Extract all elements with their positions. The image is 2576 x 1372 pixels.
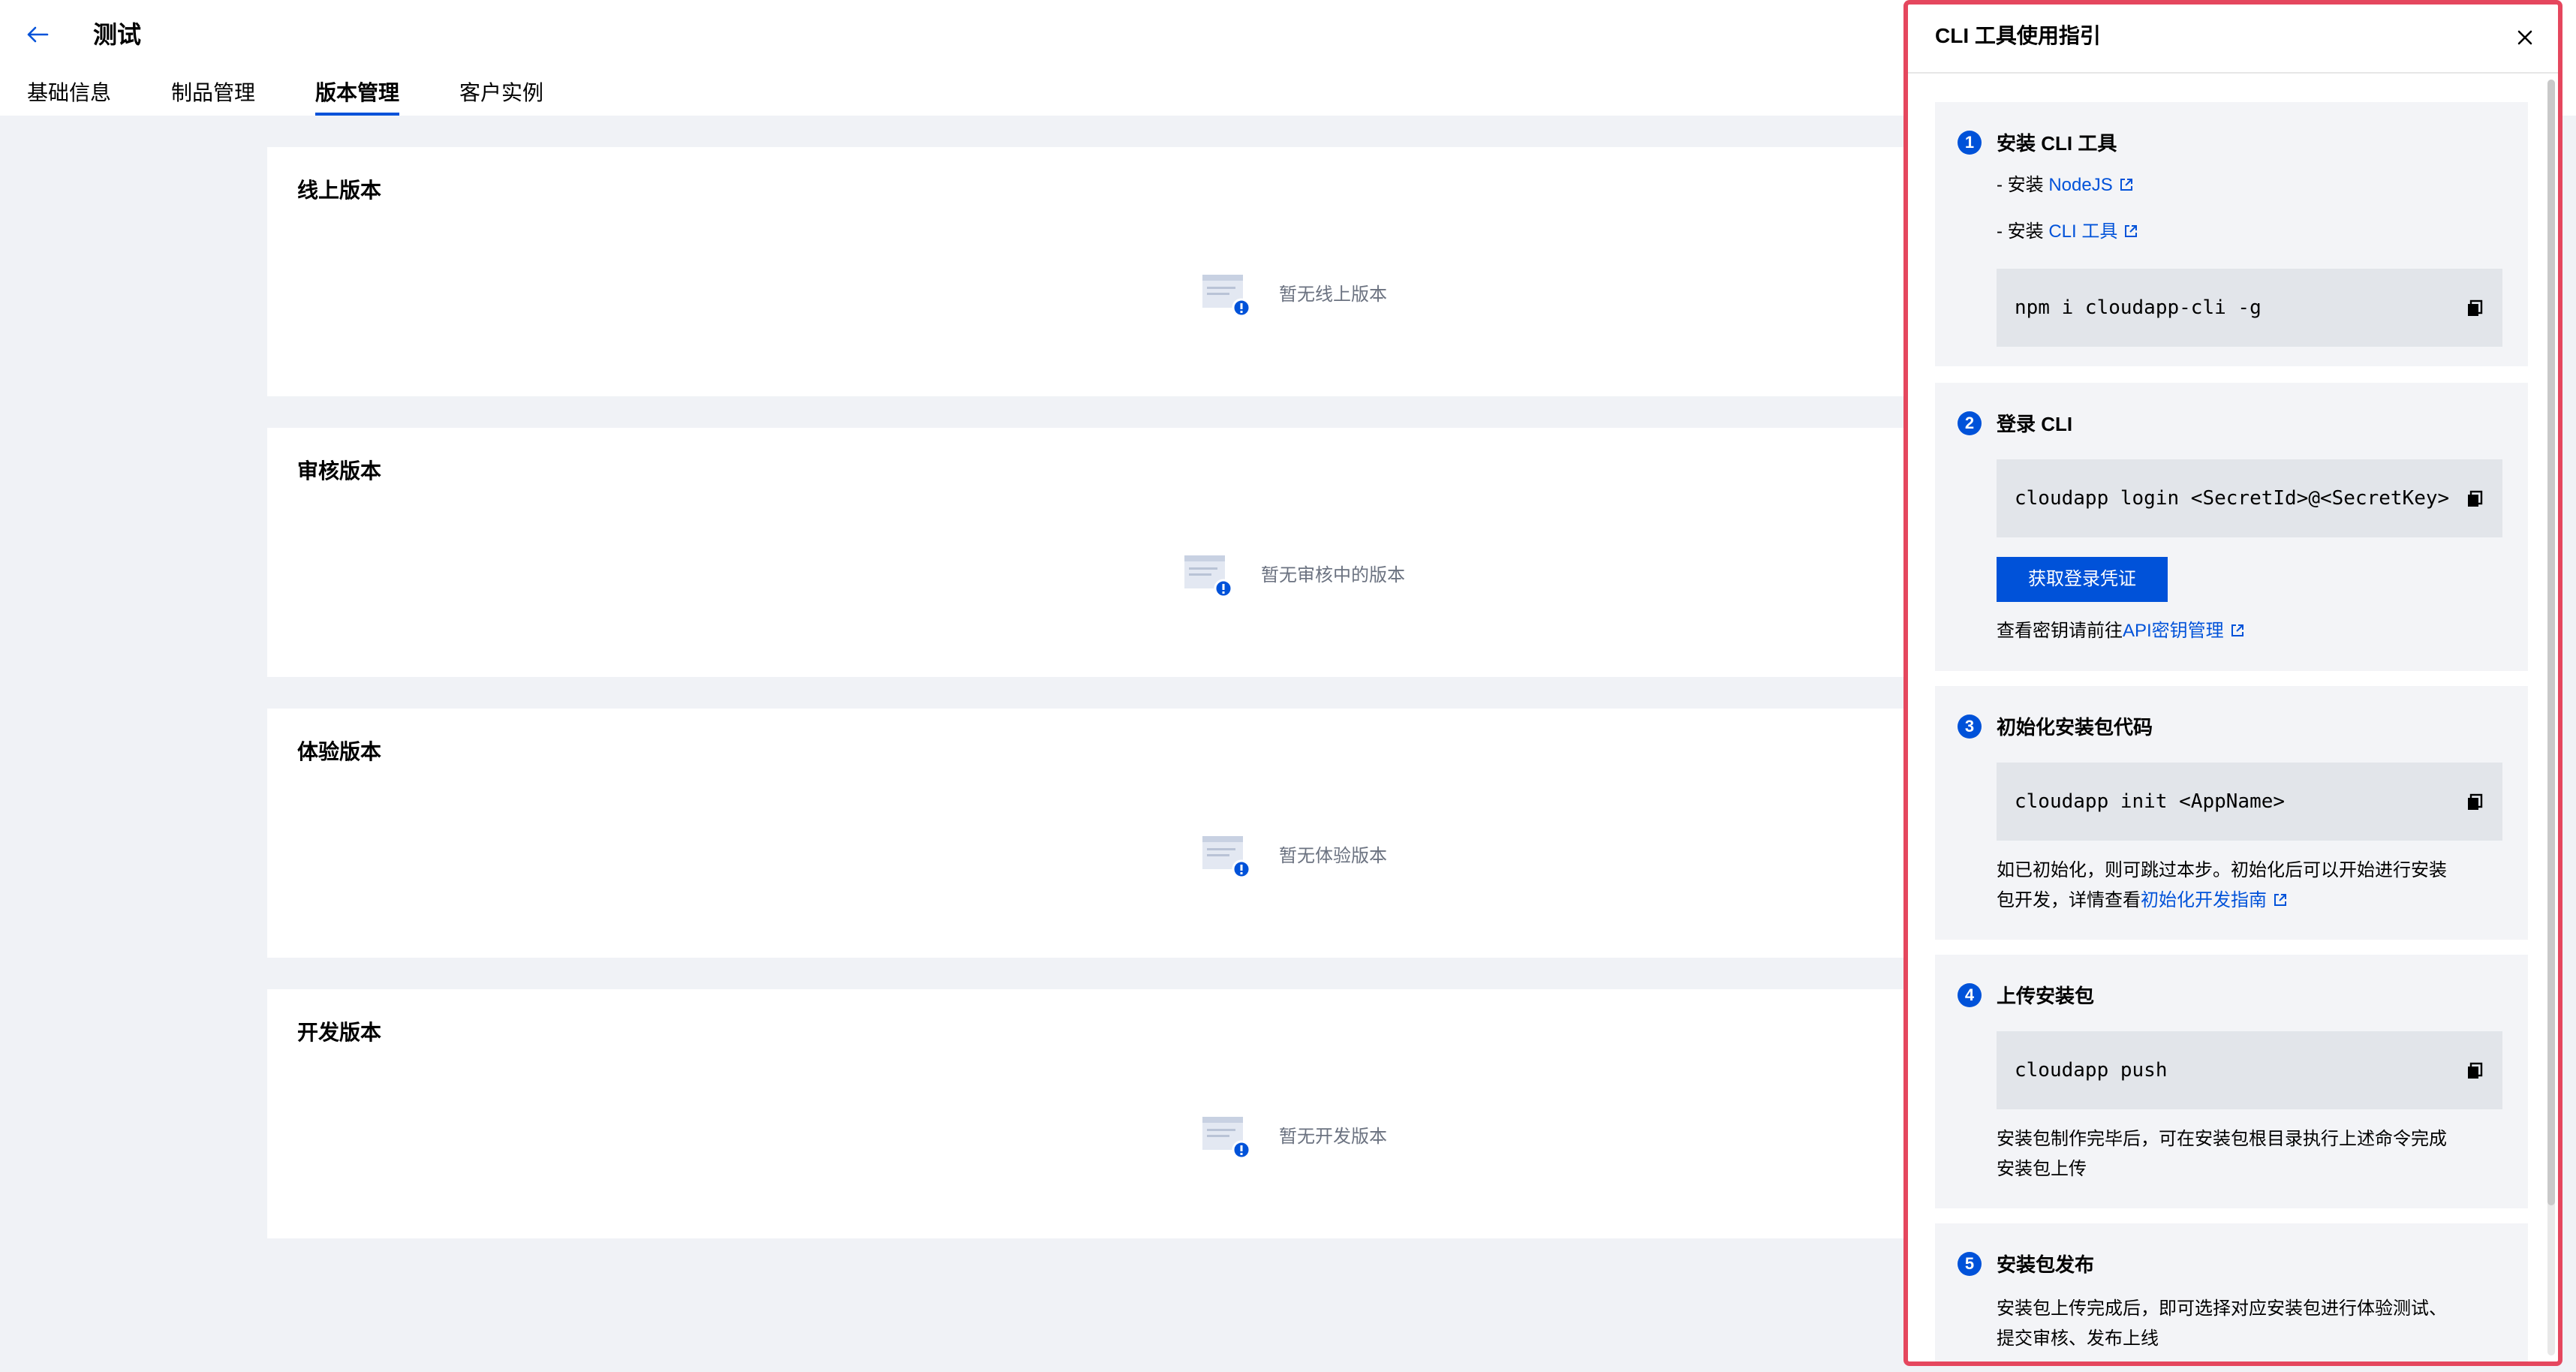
code-block: cloudapp push	[1997, 1031, 2502, 1109]
close-icon[interactable]	[2510, 23, 2540, 53]
code-text: cloudapp login <SecretId>@<SecretKey>	[2015, 487, 2450, 510]
code-block: npm i cloudapp-cli -g	[1997, 269, 2502, 347]
external-link-icon[interactable]	[2123, 224, 2138, 239]
empty-state: 暂无审核中的版本	[267, 428, 1926, 677]
step-title: 安装 CLI 工具	[1997, 132, 2117, 155]
step-number-badge: 4	[1958, 983, 1982, 1007]
code-text: cloudapp push	[2015, 1059, 2168, 1082]
online-version-card: 线上版本 暂无线上版本	[267, 147, 1926, 396]
empty-text: 暂无审核中的版本	[1261, 565, 1405, 585]
step-title: 上传安装包	[1997, 985, 2095, 1007]
init-description: 如已初始化，则可跳过本步。初始化后可以开始进行安装 包开发，详情查看初始化开发指…	[1997, 856, 2514, 916]
step-number-badge: 1	[1958, 131, 1982, 155]
code-text: npm i cloudapp-cli -g	[2015, 296, 2262, 319]
empty-text: 暂无开发版本	[1279, 1127, 1387, 1147]
publish-description-line-2: 提交审核、发布上线	[1997, 1328, 2159, 1349]
review-version-card: 审核版本 暂无审核中的版本	[267, 428, 1926, 677]
empty-document-icon	[1202, 275, 1251, 317]
init-dev-guide-link[interactable]: 初始化开发指南	[2141, 890, 2267, 910]
external-link-icon[interactable]	[2273, 892, 2288, 907]
back-arrow-icon[interactable]	[23, 20, 53, 50]
cli-tool-link[interactable]: CLI 工具	[2048, 221, 2117, 242]
page-title: 测试	[93, 21, 142, 48]
install-nodejs-line: - 安装 NodeJS	[1997, 173, 2134, 198]
empty-state: 暂无体验版本	[267, 709, 1926, 958]
tab-version-management[interactable]: 版本管理	[315, 75, 400, 116]
scrollbar-thumb[interactable]	[2547, 80, 2555, 1205]
code-text: cloudapp init <AppName>	[2015, 790, 2286, 813]
step-number-badge: 3	[1958, 715, 1982, 739]
get-login-credentials-button[interactable]: 获取登录凭证	[1997, 557, 2168, 602]
step-install-cli: 1 安装 CLI 工具 - 安装 NodeJS - 安装 CLI 工具 npm …	[1935, 102, 2528, 366]
publish-description: 安装包上传完成后，即可选择对应安装包进行体验测试、 提交审核、发布上线	[1997, 1294, 2514, 1354]
copy-icon[interactable]	[2465, 1061, 2484, 1081]
panel-header: CLI 工具使用指引	[1908, 5, 2558, 74]
tab-basic-info[interactable]: 基础信息	[27, 75, 111, 116]
code-block: cloudapp init <AppName>	[1997, 763, 2502, 841]
cli-guide-panel: CLI 工具使用指引 1 安装 CLI 工具 - 安装 NodeJS - 安装 …	[1903, 0, 2562, 1366]
development-version-card: 开发版本 暂无开发版本	[267, 989, 1926, 1238]
upload-description: 安装包制作完毕后，可在安装包根目录执行上述命令完成 安装包上传	[1997, 1124, 2514, 1184]
upload-description-line-1: 安装包制作完毕后，可在安装包根目录执行上述命令完成	[1997, 1129, 2447, 1149]
empty-state: 暂无线上版本	[267, 147, 1926, 396]
api-key-note: 查看密钥请前往API密钥管理	[1997, 618, 2245, 644]
empty-document-icon	[1202, 1117, 1251, 1160]
upload-description-line-2: 安装包上传	[1997, 1159, 2087, 1179]
nodejs-link[interactable]: NodeJS	[2048, 175, 2112, 195]
step-title: 安装包发布	[1997, 1253, 2095, 1276]
tab-artifact-management[interactable]: 制品管理	[171, 75, 255, 116]
api-key-management-link[interactable]: API密钥管理	[2123, 621, 2224, 641]
panel-title: CLI 工具使用指引	[1935, 24, 2101, 47]
step-number-badge: 5	[1958, 1252, 1982, 1276]
note-prefix: 查看密钥请前往	[1997, 621, 2123, 641]
external-link-icon[interactable]	[2119, 177, 2134, 192]
empty-state: 暂无开发版本	[267, 989, 1926, 1238]
copy-icon[interactable]	[2465, 489, 2484, 509]
step-login-cli: 2 登录 CLI cloudapp login <SecretId>@<Secr…	[1935, 383, 2528, 671]
empty-document-icon	[1202, 836, 1251, 879]
empty-text: 暂无体验版本	[1279, 846, 1387, 866]
experience-version-card: 体验版本 暂无体验版本	[267, 709, 1926, 958]
line-prefix: 包开发，详情查看	[1997, 890, 2141, 910]
step-publish-package: 5 安装包发布 安装包上传完成后，即可选择对应安装包进行体验测试、 提交审核、发…	[1935, 1223, 2528, 1361]
line-prefix: - 安装	[1997, 221, 2049, 242]
copy-icon[interactable]	[2465, 299, 2484, 318]
panel-scrollbar[interactable]	[2547, 80, 2555, 1355]
step-number-badge: 2	[1958, 411, 1982, 435]
tab-customer-instances[interactable]: 客户实例	[459, 75, 543, 116]
empty-document-icon	[1184, 555, 1233, 598]
init-description-line-1: 如已初始化，则可跳过本步。初始化后可以开始进行安装	[1997, 860, 2447, 880]
copy-icon[interactable]	[2465, 793, 2484, 812]
empty-text: 暂无线上版本	[1279, 284, 1387, 305]
step-title: 初始化安装包代码	[1997, 716, 2153, 739]
step-init-package: 3 初始化安装包代码 cloudapp init <AppName> 如已初始化…	[1935, 686, 2528, 940]
line-prefix: - 安装	[1997, 175, 2049, 195]
external-link-icon[interactable]	[2230, 623, 2245, 638]
publish-description-line-1: 安装包上传完成后，即可选择对应安装包进行体验测试、	[1997, 1298, 2447, 1319]
install-cli-line: - 安装 CLI 工具	[1997, 219, 2138, 245]
init-description-line-2: 包开发，详情查看初始化开发指南	[1997, 886, 2514, 916]
step-title: 登录 CLI	[1997, 413, 2073, 435]
step-upload-package: 4 上传安装包 cloudapp push 安装包制作完毕后，可在安装包根目录执…	[1935, 955, 2528, 1208]
code-block: cloudapp login <SecretId>@<SecretKey>	[1997, 459, 2502, 537]
